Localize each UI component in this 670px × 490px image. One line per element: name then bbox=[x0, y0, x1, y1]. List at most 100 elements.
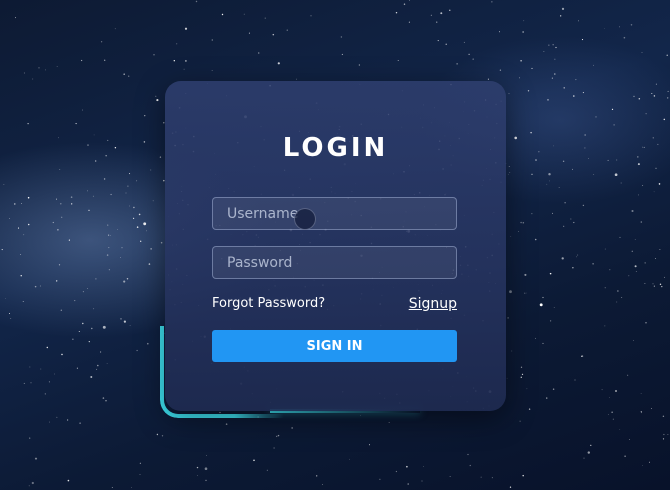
star bbox=[653, 285, 655, 287]
star bbox=[549, 180, 551, 182]
signup-link[interactable]: Signup bbox=[409, 296, 457, 312]
star bbox=[615, 390, 617, 392]
star bbox=[535, 159, 537, 161]
star bbox=[575, 256, 577, 258]
star bbox=[133, 217, 135, 219]
star bbox=[507, 173, 509, 175]
star bbox=[552, 212, 554, 214]
star bbox=[604, 325, 606, 327]
star bbox=[52, 221, 54, 224]
star bbox=[584, 134, 586, 136]
star bbox=[604, 248, 606, 250]
star bbox=[114, 28, 116, 30]
star bbox=[526, 388, 528, 390]
star bbox=[87, 190, 88, 192]
star bbox=[196, 475, 198, 476]
star bbox=[651, 92, 653, 95]
star bbox=[520, 366, 523, 368]
star bbox=[56, 280, 58, 282]
star bbox=[14, 203, 16, 205]
star bbox=[652, 137, 654, 139]
star bbox=[395, 470, 398, 473]
star bbox=[547, 99, 549, 101]
star bbox=[45, 69, 46, 71]
star bbox=[539, 303, 543, 307]
star bbox=[468, 53, 470, 56]
star bbox=[601, 389, 603, 391]
star bbox=[657, 143, 659, 145]
star bbox=[349, 458, 350, 460]
star bbox=[583, 457, 585, 459]
star bbox=[542, 342, 544, 344]
star bbox=[521, 373, 524, 376]
star bbox=[663, 118, 666, 121]
star bbox=[487, 78, 489, 80]
star bbox=[663, 433, 665, 436]
star bbox=[291, 427, 293, 429]
star bbox=[655, 258, 656, 259]
forgot-password-link[interactable]: Forgot Password? bbox=[212, 296, 325, 311]
star bbox=[27, 122, 29, 125]
star bbox=[607, 159, 609, 161]
star bbox=[130, 487, 132, 488]
star bbox=[560, 15, 562, 17]
star bbox=[634, 265, 637, 268]
star bbox=[253, 459, 255, 462]
star bbox=[563, 225, 565, 227]
star bbox=[640, 221, 643, 223]
star bbox=[310, 15, 312, 17]
star bbox=[23, 382, 25, 384]
star bbox=[430, 14, 432, 16]
star bbox=[530, 131, 532, 134]
star bbox=[74, 300, 76, 302]
star bbox=[509, 290, 512, 294]
star bbox=[645, 322, 647, 324]
star bbox=[78, 330, 80, 333]
star bbox=[590, 444, 592, 447]
star bbox=[623, 36, 626, 39]
star bbox=[117, 229, 119, 230]
star bbox=[587, 451, 590, 454]
star bbox=[525, 292, 527, 294]
star bbox=[105, 155, 107, 157]
username-input[interactable] bbox=[212, 197, 457, 230]
star bbox=[173, 60, 175, 62]
star bbox=[20, 275, 22, 277]
star bbox=[449, 9, 451, 11]
star bbox=[619, 429, 621, 430]
star bbox=[68, 239, 70, 241]
star bbox=[440, 12, 443, 15]
star bbox=[49, 421, 50, 423]
star bbox=[524, 273, 527, 276]
star bbox=[160, 241, 163, 244]
star bbox=[548, 44, 550, 46]
star bbox=[573, 221, 575, 224]
star bbox=[508, 93, 510, 95]
star bbox=[38, 67, 40, 69]
star bbox=[498, 31, 501, 33]
password-input[interactable] bbox=[212, 246, 457, 279]
star bbox=[139, 462, 141, 464]
star bbox=[522, 31, 524, 33]
star bbox=[87, 144, 89, 146]
star bbox=[651, 408, 652, 409]
star bbox=[150, 169, 152, 171]
star bbox=[507, 317, 509, 319]
star bbox=[39, 285, 41, 287]
star bbox=[553, 145, 555, 147]
star bbox=[614, 173, 618, 177]
star bbox=[10, 318, 12, 319]
star bbox=[129, 205, 130, 207]
star bbox=[621, 297, 623, 298]
star bbox=[316, 475, 318, 477]
star bbox=[360, 415, 361, 416]
sign-in-button[interactable]: SIGN IN bbox=[212, 330, 457, 362]
star bbox=[578, 20, 579, 22]
star bbox=[111, 487, 113, 489]
star bbox=[553, 307, 555, 309]
star bbox=[20, 254, 22, 255]
star bbox=[96, 368, 98, 370]
star bbox=[277, 434, 280, 437]
star bbox=[619, 26, 620, 28]
star bbox=[518, 231, 519, 232]
